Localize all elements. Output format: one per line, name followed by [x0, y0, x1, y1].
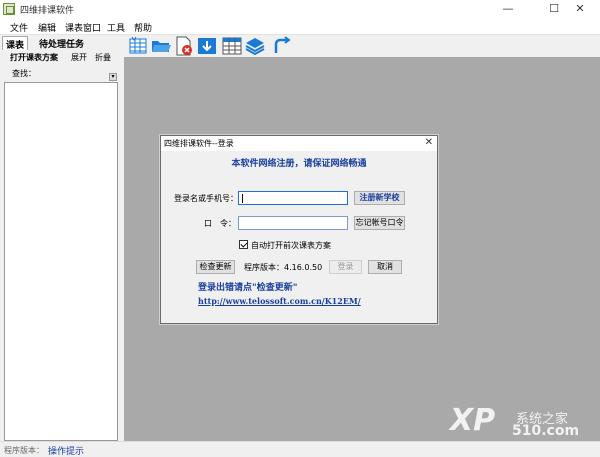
login-dialog: 四维排课软件--登录 ✕ 本软件网络注册，请保证网络畅通 登录名或手机号： 注册… [160, 135, 438, 324]
open-folder-icon[interactable] [151, 36, 171, 56]
fold-button[interactable]: 折叠 [95, 52, 111, 63]
login-button[interactable]: 登录 [329, 260, 362, 274]
tab-pending-tasks[interactable]: 待处理任务 [36, 36, 87, 50]
schedule-grid-icon[interactable] [128, 36, 148, 56]
text-caret [242, 194, 243, 203]
forgot-password-button[interactable]: 忘记帐号口令 [354, 216, 405, 230]
watermark: XP 系统之家 510.com [450, 403, 600, 441]
menu-edit[interactable]: 编辑 [38, 21, 56, 34]
left-panel: 课表 待处理任务 打开课表方案 展开 折叠 查找： ▾ [0, 35, 121, 441]
title-bar: 四维排课软件 — ☐ ✕ [0, 0, 600, 18]
download-icon[interactable] [197, 36, 217, 56]
status-version-label: 程序版本： [4, 446, 44, 455]
dialog-title-bar: 四维排课软件--登录 ✕ [161, 136, 437, 151]
schedule-tree[interactable] [4, 82, 118, 441]
check-update-button[interactable]: 检查更新 [196, 260, 235, 274]
table-icon[interactable] [222, 36, 242, 56]
password-label: 口 令： [204, 219, 236, 228]
open-plan-button[interactable]: 打开课表方案 [10, 52, 58, 63]
auto-open-label: 自动打开前次课表方案 [251, 241, 331, 250]
cancel-button[interactable]: 取消 [368, 260, 402, 274]
register-school-button[interactable]: 注册新学校 [354, 191, 405, 205]
error-hint: 登录出错请点"检查更新" [198, 283, 298, 293]
panel-toolbar: 打开课表方案 展开 折叠 [4, 51, 119, 65]
menu-bar: 文件 编辑 课表窗口 工具 帮助 [0, 18, 600, 35]
close-button[interactable]: ✕ [560, 0, 600, 18]
refresh-arrow-icon[interactable] [272, 36, 292, 56]
layers-icon[interactable] [245, 36, 265, 56]
auto-open-checkbox[interactable] [239, 240, 248, 249]
watermark-brand: XP [450, 403, 496, 438]
delete-file-icon[interactable] [174, 36, 194, 56]
website-link[interactable]: http://www.telossoft.com.cn/K12EM/ [198, 296, 361, 306]
version-text: 程序版本：4.16.0.50 [244, 263, 323, 272]
expand-button[interactable]: 展开 [71, 52, 87, 63]
minimize-button[interactable]: — [488, 0, 528, 18]
dialog-close-button[interactable]: ✕ [425, 137, 433, 148]
dialog-title: 四维排课软件--登录 [164, 139, 234, 148]
menu-schedule-window[interactable]: 课表窗口 [65, 21, 101, 34]
username-label: 登录名或手机号： [174, 194, 238, 203]
status-hint: 操作提示 [48, 447, 85, 457]
menu-tools[interactable]: 工具 [107, 21, 125, 34]
network-notice: 本软件网络注册，请保证网络畅通 [231, 159, 367, 169]
menu-file[interactable]: 文件 [10, 21, 28, 34]
password-field[interactable] [238, 216, 348, 230]
tab-schedule[interactable]: 课表 [2, 36, 29, 51]
watermark-site: 510.com [512, 423, 580, 439]
search-label: 查找： [12, 69, 36, 78]
menu-help[interactable]: 帮助 [134, 21, 152, 34]
app-icon [3, 3, 15, 15]
username-field[interactable] [238, 191, 348, 205]
status-bar: 程序版本： 操作提示 [0, 441, 600, 457]
search-dropdown-icon[interactable]: ▾ [109, 73, 117, 81]
window-title: 四维排课软件 [20, 6, 75, 16]
main-toolbar [124, 35, 600, 57]
